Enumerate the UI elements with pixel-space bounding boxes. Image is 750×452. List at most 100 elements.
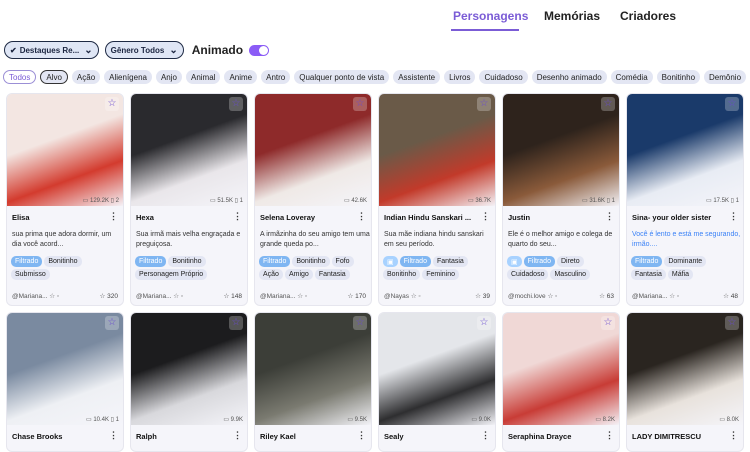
card-tag[interactable]: Filtrado [135,256,167,267]
tag-chip[interactable]: Anjo [155,70,182,84]
character-tags: ▣ Filtrado Direto Cuidadoso Masculino [507,256,619,282]
character-card[interactable]: ☆ ▭ 31.6K ▯ 1 Justin ⋮ Ele é o melhor amigo … [502,93,620,306]
star-icon[interactable]: ☆ [601,316,615,330]
character-card[interactable]: ☆ ▭ 8.0K LADY DIMITRESCU ⋮ [626,312,744,452]
more-options-icon[interactable]: ⋮ [481,430,490,441]
tab-personagens[interactable]: Personagens [453,9,528,23]
card-tag[interactable]: Bonitinho [383,269,421,280]
card-tag[interactable]: Submisso [11,269,50,280]
card-tag[interactable]: Fantasia [314,269,350,280]
tag-chip[interactable]: Bonitinho [656,70,701,84]
more-options-icon[interactable]: ⋮ [605,211,614,222]
tag-chip[interactable]: Ação [71,70,101,84]
card-tag[interactable]: Fantasia [432,256,468,267]
author-handle[interactable]: @Mariana... ☆ ◦ [12,292,59,300]
featured-dropdown[interactable]: ✔ Destaques Re... ⌄ [4,41,99,59]
card-tag[interactable]: Bonitinho [44,256,82,267]
card-tag[interactable]: Filtrado [399,256,431,267]
star-icon[interactable]: ☆ [477,97,491,111]
card-tag[interactable]: Personagem Próprio [135,269,208,280]
card-tag[interactable]: Máfia [667,269,693,280]
card-tag[interactable]: Bonitinho [168,256,206,267]
more-options-icon[interactable]: ⋮ [357,430,366,441]
more-options-icon[interactable]: ⋮ [605,430,614,441]
star-icon[interactable]: ☆ [353,316,367,330]
author-handle[interactable]: @mochi.love ☆ ◦ [508,292,557,300]
tag-chip[interactable]: Alienígena [104,70,152,84]
card-tag[interactable]: Masculino [550,269,590,280]
card-tag[interactable]: Feminino [422,269,459,280]
tag-chip[interactable]: Assistente [393,70,441,84]
chat-count: ▭ 129.2K ▯ 2 [82,198,119,204]
animated-toggle[interactable] [249,44,270,56]
tag-chip[interactable]: Comédia [610,70,653,84]
more-options-icon[interactable]: ⋮ [729,211,738,222]
author-handle[interactable]: @Mariana... ☆ ◦ [632,292,679,300]
author-handle[interactable]: @Mariana... ☆ ◦ [260,292,307,300]
character-description: Ele é o melhor amigo e colega de quarto … [508,231,613,248]
like-count: ☆ 39 [475,293,490,300]
character-card[interactable]: ☆ ▭ 51.5K ▯ 1 Hexa ⋮ Sua irmã mais velha eng… [130,93,248,306]
character-card[interactable]: ☆ ▭ 8.2K Seraphina Drayce ⋮ [502,312,620,452]
more-options-icon[interactable]: ⋮ [481,211,490,222]
card-tag[interactable]: Bonitinho [292,256,330,267]
gender-dropdown[interactable]: Gênero Todos ⌄ [104,41,184,59]
tag-chip[interactable]: Alvo [40,70,68,84]
star-icon[interactable]: ☆ [229,316,243,330]
tab-criadores[interactable]: Criadores [620,9,676,23]
card-tag[interactable]: Filtrado [523,256,555,267]
star-icon[interactable]: ☆ [477,316,491,330]
author-handle[interactable]: @Nayas ☆ ◦ [384,292,421,300]
card-tag[interactable]: Direto [556,256,584,267]
more-options-icon[interactable]: ⋮ [357,211,366,222]
card-tag[interactable]: Filtrado [259,256,291,267]
star-icon[interactable]: ☆ [725,97,739,111]
more-options-icon[interactable]: ⋮ [109,211,118,222]
chevron-down-icon: ⌄ [169,44,178,56]
star-icon[interactable]: ☆ [725,316,739,330]
star-icon[interactable]: ☆ [105,97,119,111]
chat-count: ▭ 8.0K [719,417,739,423]
character-card[interactable]: ☆ ▭ 17.5K ▯ 1 Sina- your older sister ⋮ Você… [626,93,744,306]
card-tag[interactable]: Filtrado [631,256,663,267]
more-options-icon[interactable]: ⋮ [233,430,242,441]
card-tag[interactable]: Fantasia [631,269,666,280]
character-card[interactable]: ☆ ▭ 9.5K Riley Kael ⋮ [254,312,372,452]
character-card[interactable]: ☆ ▭ 42.6K Selena Loveray ⋮ A irmãzinha do se… [254,93,372,306]
image-icon: ▣ [507,256,522,267]
star-icon[interactable]: ☆ [229,97,243,111]
more-options-icon[interactable]: ⋮ [109,430,118,441]
card-tag[interactable]: Dominante [664,256,707,267]
character-description: sua prima que adora dormir, um dia você … [12,231,112,248]
character-description: A irmãzinha do seu amigo tem uma grande … [260,231,370,248]
gender-dropdown-label: Gênero Todos [110,45,165,55]
like-count: ☆ 170 [347,293,367,300]
star-icon[interactable]: ☆ [353,97,367,111]
tag-chip[interactable]: Qualquer ponto de vista [294,70,390,84]
card-tag[interactable]: Amigo [284,269,313,280]
more-options-icon[interactable]: ⋮ [233,211,242,222]
chat-count: ▭ 31.6K ▯ 1 [581,198,615,204]
character-card[interactable]: ☆ ▭ 9.9K Ralph ⋮ [130,312,248,452]
tag-chip[interactable]: Todos [3,70,37,84]
more-options-icon[interactable]: ⋮ [729,430,738,441]
tag-chip[interactable]: Livros [444,70,476,84]
card-tag[interactable]: Cuidadoso [507,269,549,280]
tag-chip[interactable]: Anime [224,70,258,84]
character-card[interactable]: ☆ ▭ 9.0K Sealy ⋮ [378,312,496,452]
author-handle[interactable]: @Mariana... ☆ ◦ [136,292,183,300]
star-icon[interactable]: ☆ [105,316,119,330]
character-card[interactable]: ☆ ▭ 10.4K ▯ 1 Chase Brooks ⋮ [6,312,124,452]
tag-chip[interactable]: Animal [185,70,221,84]
tag-chip[interactable]: Cuidadoso [479,70,528,84]
tab-memorias[interactable]: Memórias [544,9,600,23]
tag-chip[interactable]: Antro [261,70,291,84]
card-tag[interactable]: Ação [259,269,283,280]
card-tag[interactable]: Filtrado [11,256,43,267]
character-card[interactable]: ☆ ▭ 36.7K Indian Hindu Sanskari ... ⋮ Sua mã… [378,93,496,306]
tag-chip[interactable]: Demônio [704,70,747,84]
tag-chip[interactable]: Desenho animado [531,70,607,84]
card-tag[interactable]: Fofo [331,256,354,267]
character-card[interactable]: ☆ ▭ 129.2K ▯ 2 Elisa ⋮ sua prima que adora d… [6,93,124,306]
star-icon[interactable]: ☆ [601,97,615,111]
